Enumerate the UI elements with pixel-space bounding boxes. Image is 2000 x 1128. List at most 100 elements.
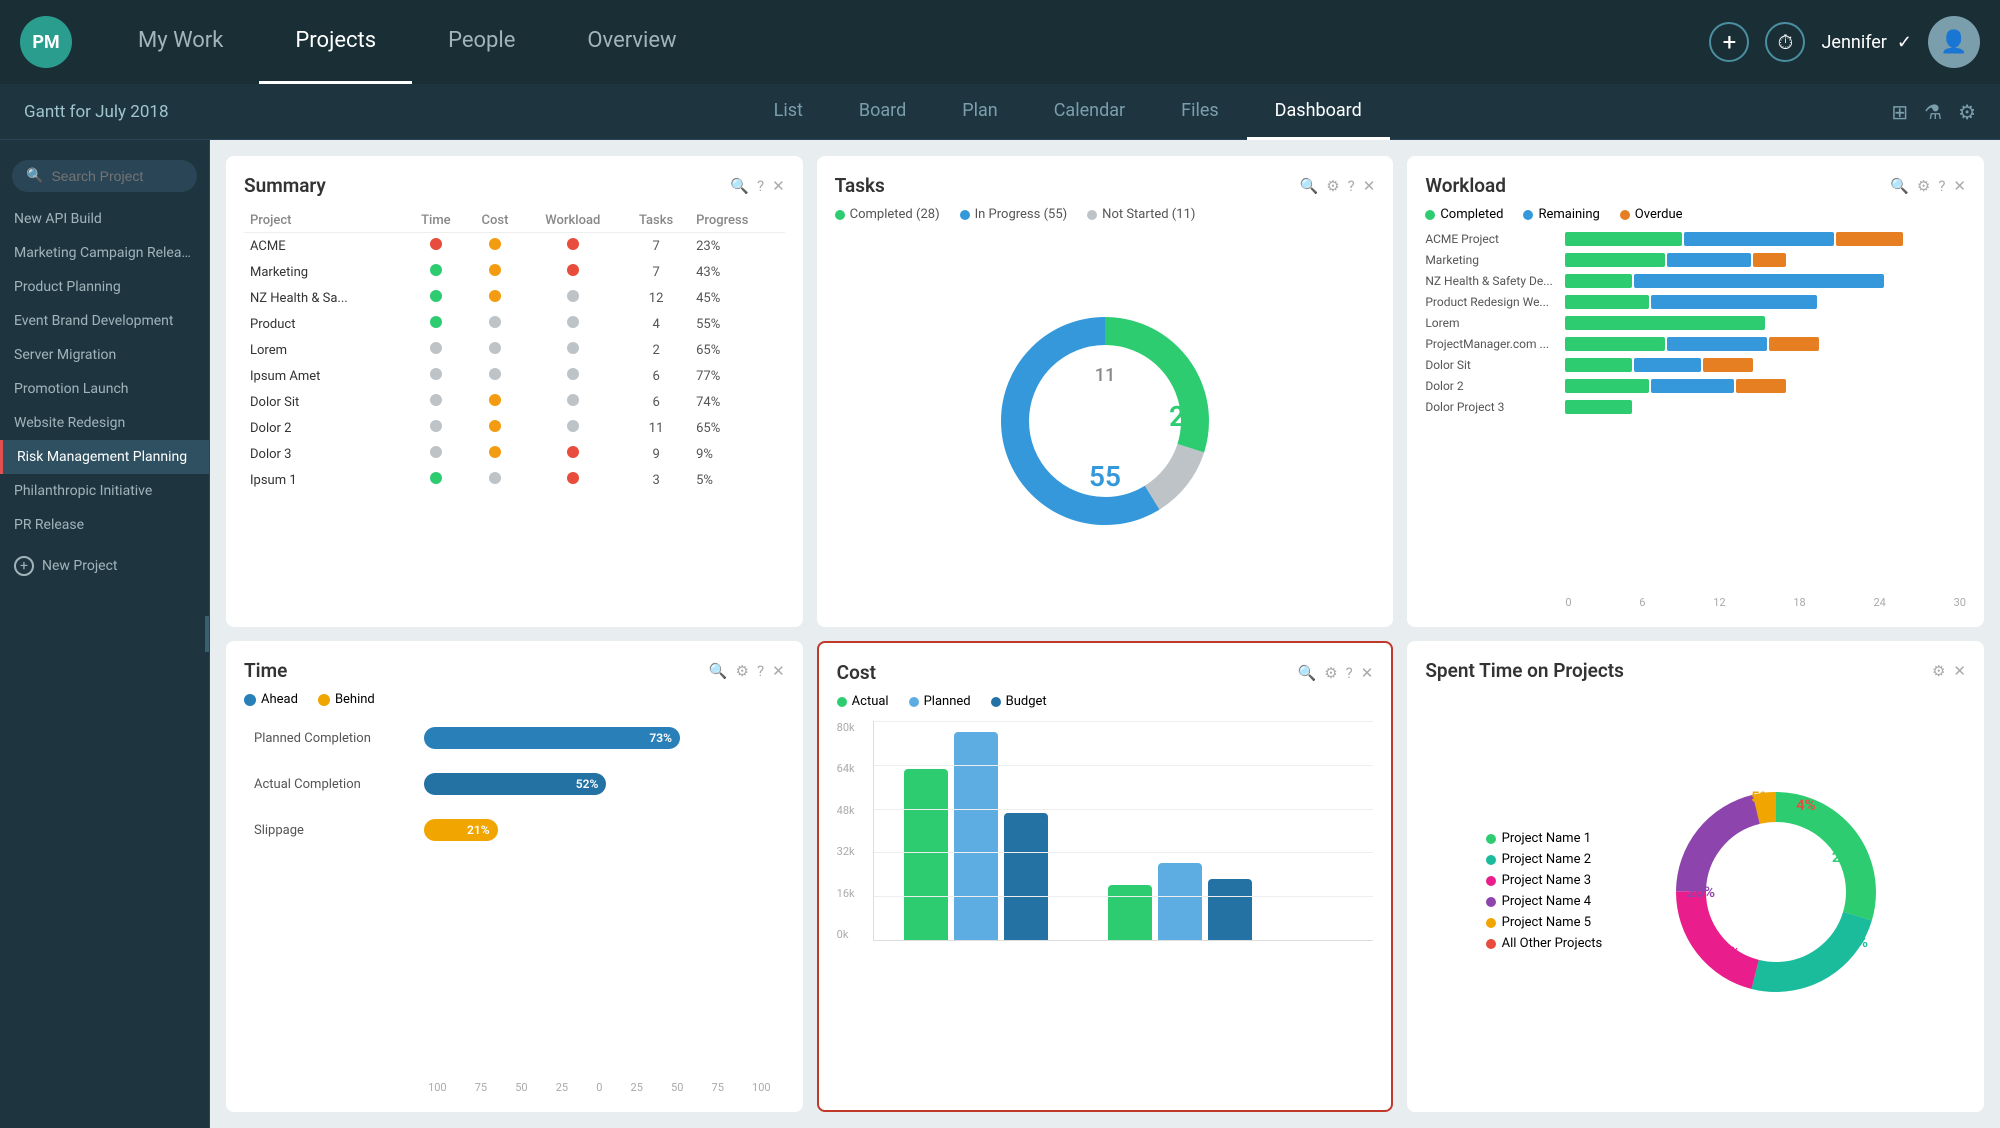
add-icon[interactable]: + — [1709, 22, 1749, 62]
cell-progress: 74% — [690, 389, 785, 415]
time-bar-wrap-planned: 73% — [424, 727, 775, 749]
cost-bar-budget-1 — [1004, 813, 1048, 940]
sidebar-item-marketing-campaign[interactable]: Marketing Campaign Release — [0, 236, 209, 270]
tasks-close-icon[interactable]: ✕ — [1363, 177, 1376, 195]
cell-project: Dolor Sit — [244, 389, 405, 415]
cell-cost — [466, 337, 523, 363]
workload-search-icon[interactable]: 🔍 — [1890, 177, 1909, 195]
sidebar-collapse-btn[interactable]: ◀ — [205, 616, 210, 652]
cost-settings-icon[interactable]: ⚙ — [1324, 664, 1337, 682]
tab-board[interactable]: Board — [831, 84, 934, 140]
spent-legend-item-4: Project Name 4 — [1486, 894, 1626, 909]
spent-close-icon[interactable]: ✕ — [1953, 662, 1966, 680]
wb-completed — [1565, 358, 1632, 372]
sidebar-item-event-brand[interactable]: Event Brand Development — [0, 304, 209, 338]
table-row[interactable]: NZ Health & Sa... 12 45% — [244, 285, 785, 311]
time-close-icon[interactable]: ✕ — [772, 662, 785, 680]
user-name: Jennifer — [1821, 32, 1886, 53]
time-title: Time — [244, 659, 287, 682]
completed-dot — [835, 210, 845, 220]
col-project: Project — [244, 209, 405, 233]
time-search-icon[interactable]: 🔍 — [709, 662, 728, 680]
time-help-icon[interactable]: ? — [757, 662, 764, 680]
table-row[interactable]: Lorem 2 65% — [244, 337, 785, 363]
settings-icon[interactable]: ⚙ — [1958, 100, 1976, 124]
grid-icon[interactable]: ⊞ — [1891, 100, 1908, 124]
search-box: 🔍 — [12, 160, 197, 192]
svg-text:23%: 23% — [1840, 933, 1868, 951]
sidebar-item-website-redesign[interactable]: Website Redesign — [0, 406, 209, 440]
main-layout: 🔍 New API Build Marketing Campaign Relea… — [0, 140, 2000, 1128]
summary-search-icon[interactable]: 🔍 — [730, 177, 749, 195]
user-check-icon: ✓ — [1897, 32, 1912, 53]
user-menu[interactable]: Jennifer ✓ — [1821, 32, 1912, 53]
tasks-settings-icon[interactable]: ⚙ — [1326, 177, 1339, 195]
workload-bars-section: ACME Project Marketing NZ Health & Safet… — [1425, 232, 1966, 590]
table-row[interactable]: ACME 7 23% — [244, 233, 785, 260]
cost-card-header: Cost 🔍 ⚙ ? ✕ — [837, 661, 1374, 684]
cell-tasks: 2 — [622, 337, 690, 363]
nav-item-projects[interactable]: Projects — [259, 0, 412, 84]
legend-not-started: Not Started (11) — [1087, 207, 1195, 222]
cost-help-icon[interactable]: ? — [1346, 664, 1353, 682]
sidebar-item-product-planning[interactable]: Product Planning — [0, 270, 209, 304]
timer-icon[interactable]: ⏱ — [1765, 22, 1805, 62]
tab-dashboard[interactable]: Dashboard — [1247, 84, 1390, 140]
cost-card: Cost 🔍 ⚙ ? ✕ Actual Planned — [817, 641, 1394, 1112]
spent-legend-item-2: Project Name 2 — [1486, 852, 1626, 867]
time-settings-icon[interactable]: ⚙ — [736, 662, 749, 680]
sub-nav-title: Gantt for July 2018 — [24, 102, 244, 122]
wb-completed — [1565, 295, 1648, 309]
cost-budget-legend: Budget — [991, 694, 1047, 709]
search-input[interactable] — [51, 168, 183, 184]
workload-axis: 0612182430 — [1425, 596, 1966, 609]
workload-close-icon[interactable]: ✕ — [1953, 177, 1966, 195]
cell-project: Lorem — [244, 337, 405, 363]
table-row[interactable]: Ipsum 1 3 5% — [244, 467, 785, 493]
table-row[interactable]: Dolor 2 11 65% — [244, 415, 785, 441]
sidebar-item-server-migration[interactable]: Server Migration — [0, 338, 209, 372]
summary-close-icon[interactable]: ✕ — [772, 177, 785, 195]
not-started-label: Not Started (11) — [1102, 207, 1195, 222]
col-workload: Workload — [524, 209, 623, 233]
cost-close-icon[interactable]: ✕ — [1361, 664, 1374, 682]
nav-item-people[interactable]: People — [412, 0, 551, 84]
new-project-button[interactable]: + New Project — [0, 546, 209, 586]
tab-list[interactable]: List — [746, 84, 831, 140]
sidebar-item-new-api[interactable]: New API Build — [0, 202, 209, 236]
tab-files[interactable]: Files — [1153, 84, 1247, 140]
wb-overdue — [1753, 253, 1786, 267]
sidebar-item-promotion-launch[interactable]: Promotion Launch — [0, 372, 209, 406]
new-project-label: New Project — [42, 558, 118, 574]
workload-settings-icon[interactable]: ⚙ — [1917, 177, 1930, 195]
cost-bar-budget-2 — [1208, 879, 1252, 940]
workload-help-icon[interactable]: ? — [1938, 177, 1945, 195]
table-row[interactable]: Marketing 7 43% — [244, 259, 785, 285]
cell-time — [405, 441, 466, 467]
filter-icon[interactable]: ⚗ — [1924, 100, 1942, 124]
spent-settings-icon[interactable]: ⚙ — [1932, 662, 1945, 680]
svg-text:5%: 5% — [1751, 788, 1771, 806]
nav-item-overview[interactable]: Overview — [551, 0, 712, 84]
user-avatar[interactable]: 👤 — [1928, 16, 1980, 68]
logo[interactable]: PM — [20, 16, 72, 68]
tasks-search-icon[interactable]: 🔍 — [1300, 177, 1319, 195]
svg-text:20%: 20% — [1687, 883, 1715, 901]
table-row[interactable]: Dolor Sit 6 74% — [244, 389, 785, 415]
sidebar-item-philanthropic[interactable]: Philanthropic Initiative — [0, 474, 209, 508]
table-row[interactable]: Product 4 55% — [244, 311, 785, 337]
table-row[interactable]: Ipsum Amet 6 77% — [244, 363, 785, 389]
summary-help-icon[interactable]: ? — [757, 177, 764, 195]
tasks-help-icon[interactable]: ? — [1348, 177, 1355, 195]
time-bar-planned: Planned Completion 73% — [254, 727, 775, 749]
cell-workload — [524, 285, 623, 311]
sidebar-item-risk-management[interactable]: Risk Management Planning — [0, 440, 209, 474]
time-bar-slippage-fill: 21% — [424, 819, 498, 841]
nav-item-mywork[interactable]: My Work — [102, 0, 259, 84]
tab-plan[interactable]: Plan — [934, 84, 1025, 140]
sidebar-item-pr-release[interactable]: PR Release — [0, 508, 209, 542]
cost-search-icon[interactable]: 🔍 — [1298, 664, 1317, 682]
table-row[interactable]: Dolor 3 9 9% — [244, 441, 785, 467]
tab-calendar[interactable]: Calendar — [1026, 84, 1153, 140]
cell-tasks: 7 — [622, 233, 690, 260]
